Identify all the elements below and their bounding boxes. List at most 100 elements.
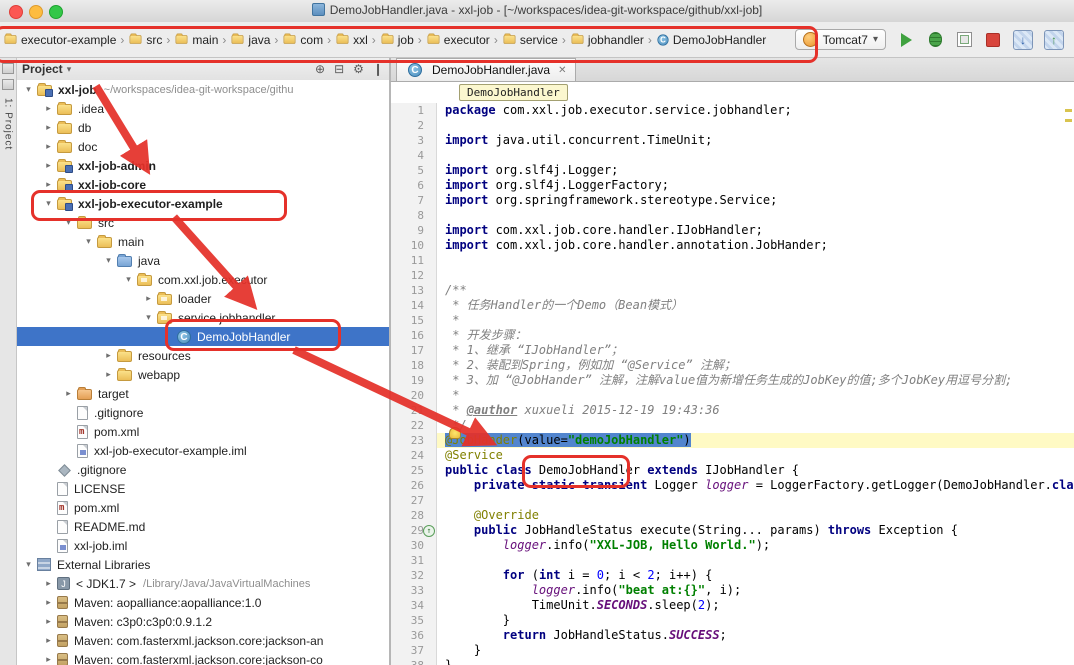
tree-item[interactable]: ▸Maven: aopalliance:aopalliance:1.0 [16,593,389,612]
chevron-collapsed-icon[interactable]: ▸ [42,578,55,589]
project-tool-window-label[interactable]: 1: Project [3,98,14,150]
tree-item[interactable]: ▸webapp [16,365,389,384]
breadcrumb-item[interactable]: xxl [334,31,369,49]
folder-icon [57,123,72,134]
tree-item[interactable]: ▸Maven: com.fasterxml.jackson.core:jacks… [16,650,389,665]
chevron-collapsed-icon[interactable]: ▸ [142,293,155,304]
tree-item[interactable]: ▸resources [16,346,389,365]
stop-button[interactable] [984,31,1002,49]
vcs-commit-button[interactable]: ↑ [1044,30,1064,50]
tree-item[interactable]: LICENSE [16,479,389,498]
debug-button[interactable] [926,31,944,49]
chevron-collapsed-icon[interactable]: ▸ [42,103,55,114]
chevron-collapsed-icon[interactable]: ▸ [42,141,55,152]
tree-item-label: LICENSE [74,482,125,496]
chevron-expanded-icon[interactable]: ▾ [62,217,75,228]
chevron-collapsed-icon[interactable]: ▸ [42,654,55,665]
tree-item[interactable]: ▸Maven: c3p0:c3p0:0.9.1.2 [16,612,389,631]
chevron-expanded-icon[interactable]: ▾ [102,255,115,266]
tree-item[interactable]: ▾xxl-job~/workspaces/idea-git-workspace/… [16,80,389,99]
tree-item[interactable]: ▾java [16,251,389,270]
breadcrumb-item[interactable]: com [281,31,324,49]
close-tab-icon[interactable]: ✕ [558,65,566,76]
intention-bulb-icon[interactable] [449,427,461,439]
chevron-collapsed-icon[interactable]: ▸ [42,160,55,171]
line-number: 15 [391,313,437,328]
tree-item[interactable]: ▸xxl-job-admin [16,156,389,175]
tree-item[interactable]: ▸.idea [16,99,389,118]
run-config-select[interactable]: Tomcat7 ▾ [795,29,886,50]
tree-item[interactable]: ▾External Libraries [16,555,389,574]
tree-item[interactable]: .gitignore [16,403,389,422]
tree-item[interactable]: .gitignore [16,460,389,479]
chevron-collapsed-icon[interactable]: ▸ [42,597,55,608]
tree-item[interactable]: pom.xml [16,422,389,441]
tree-item[interactable]: ▸< JDK1.7 >/Library/Java/JavaVirtualMach… [16,574,389,593]
tree-item-path: ~/workspaces/idea-git-workspace/githu [104,84,294,96]
vcs-update-button[interactable]: ↓ [1013,30,1033,50]
tool-window-button-icon[interactable] [2,79,14,90]
chevron-collapsed-icon[interactable]: ▸ [62,388,75,399]
breadcrumb-item[interactable]: DemoJobHandler [655,31,767,49]
code-editor[interactable]: 1package com.xxl.job.executor.service.jo… [390,103,1074,665]
breadcrumb-item[interactable]: java [229,31,271,49]
tree-item[interactable]: ▾com.xxl.job.executor [16,270,389,289]
chevron-expanded-icon[interactable]: ▾ [122,274,135,285]
hide-panel-icon[interactable]: ❙ [373,62,383,76]
tree-item[interactable]: ▸target [16,384,389,403]
chevron-expanded-icon[interactable]: ▾ [22,84,35,95]
tab-demojobhandler[interactable]: DemoJobHandler.java ✕ [396,58,576,81]
tree-item-label: < JDK1.7 > [76,577,136,591]
breadcrumb-item[interactable]: executor [425,31,491,49]
view-select[interactable]: Project ▾ [22,62,71,76]
chevron-collapsed-icon[interactable]: ▸ [42,179,55,190]
tree-item[interactable]: ▸xxl-job-core [16,175,389,194]
breadcrumb-item[interactable]: main [173,31,219,49]
class-name-chip[interactable]: DemoJobHandler [459,84,568,101]
tree-item[interactable]: DemoJobHandler [16,327,389,346]
iml-icon [77,444,88,458]
inspection-marker[interactable] [1065,109,1072,112]
tree-item[interactable]: xxl-job-executor-example.iml [16,441,389,460]
breadcrumb-item[interactable]: src [127,31,163,49]
chevron-collapsed-icon[interactable]: ▸ [42,616,55,627]
breadcrumb-item[interactable]: job [379,31,415,49]
tree-item[interactable]: ▸loader [16,289,389,308]
tree-item[interactable]: xxl-job.iml [16,536,389,555]
tree-item[interactable]: ▾xxl-job-executor-example [16,194,389,213]
coverage-button[interactable] [955,31,973,49]
tree-item[interactable]: README.md [16,517,389,536]
chevron-collapsed-icon[interactable]: ▸ [102,369,115,380]
gear-icon[interactable]: ⚙ [353,62,364,76]
override-marker-icon[interactable]: ↑ [423,525,435,537]
chevron-collapsed-icon[interactable]: ▸ [42,122,55,133]
tree-item[interactable]: ▾src [16,213,389,232]
breadcrumb-label: src [146,33,162,47]
code-text: * [437,388,1074,403]
code-text: * [437,313,1074,328]
tree-item[interactable]: pom.xml [16,498,389,517]
chevron-expanded-icon[interactable]: ▾ [142,312,155,323]
breadcrumb-item[interactable]: jobhandler [569,31,645,49]
chevron-collapsed-icon[interactable]: ▸ [102,350,115,361]
locate-icon[interactable]: ⊕ [315,62,325,76]
chevron-right-icon: › [166,33,170,47]
chevron-expanded-icon[interactable]: ▾ [42,198,55,209]
tree-item[interactable]: ▸doc [16,137,389,156]
run-button[interactable] [897,31,915,49]
chevron-collapsed-icon[interactable]: ▸ [42,635,55,646]
chevron-expanded-icon[interactable]: ▾ [82,236,95,247]
stop-icon [986,33,1000,47]
tree-item[interactable]: ▾service.jobhandler [16,308,389,327]
collapse-all-icon[interactable]: ⊟ [334,62,344,76]
code-text [437,553,1074,568]
tree-item[interactable]: ▾main [16,232,389,251]
breadcrumb-item[interactable]: service [501,31,559,49]
tool-window-button-icon[interactable] [2,63,14,74]
inspection-marker[interactable] [1065,119,1072,122]
folder-icon [57,142,72,153]
breadcrumb-item[interactable]: executor-example [2,31,117,49]
chevron-expanded-icon[interactable]: ▾ [22,559,35,570]
tree-item[interactable]: ▸Maven: com.fasterxml.jackson.core:jacks… [16,631,389,650]
tree-item[interactable]: ▸db [16,118,389,137]
